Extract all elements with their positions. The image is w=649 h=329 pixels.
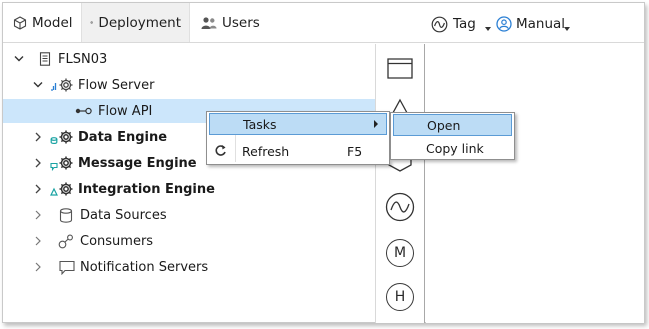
tab-users-label: Users [222,14,260,31]
chevron-down-icon[interactable] [13,53,25,65]
menu-item-refresh-label: Refresh [242,143,290,159]
tree-node-flow-server[interactable]: Flow Server [3,73,375,97]
chevron-right-icon[interactable] [32,261,44,273]
tree-node-root[interactable]: FLSN03 [3,47,375,71]
consumers-link-icon [58,234,74,249]
tag-wave-icon [431,16,448,32]
menu-item-tasks-label: Tasks [243,116,277,132]
mode-label: Manual [516,16,566,32]
mode-button[interactable]: Manual [496,14,565,34]
menu-item-refresh[interactable]: Refresh F5 [209,140,387,162]
refresh-icon [214,144,227,160]
deployment-tree: FLSN03 Flow Server Flow API Data Engine … [3,44,375,323]
wave-icon [385,192,415,222]
tree-label-flow-api: Flow API [98,103,153,119]
chevron-down-icon[interactable] [32,79,44,91]
wave-button[interactable] [385,192,415,222]
vertical-toolbar: M H [376,44,425,323]
mode-dropdown-caret-icon[interactable] [564,27,570,31]
tree-label-root: FLSN03 [58,51,108,67]
server-icon [39,52,51,66]
tag-dropdown-caret-icon[interactable] [485,27,491,31]
tree-label-data-sources: Data Sources [80,207,167,223]
tag-label: Tag [453,16,476,32]
chevron-right-icon[interactable] [32,131,44,143]
message-engine-gear-icon [50,155,74,171]
submenu-item-open[interactable]: Open [393,114,512,136]
tab-users[interactable]: Users [193,3,268,42]
speech-bubble-icon [59,260,75,275]
submenu-item-copy-link[interactable]: Copy link [393,137,512,159]
integration-engine-gear-icon [50,181,74,197]
submenu-item-open-label: Open [427,117,461,133]
tab-model[interactable]: Model [5,3,81,42]
tab-deployment[interactable]: Deployment [81,3,190,42]
submenu-arrow-icon [374,120,378,128]
tab-model-label: Model [32,14,73,31]
tree-label-integration-engine: Integration Engine [78,181,215,197]
data-engine-gear-icon [50,129,74,145]
users-icon [201,16,217,29]
tree-label-message-engine: Message Engine [78,155,197,171]
m-button[interactable]: M [385,238,415,268]
top-bar: Model Deployment Users Tag Manual [3,3,644,43]
chevron-right-icon[interactable] [32,157,44,169]
h-button[interactable]: H [385,282,415,312]
tasks-submenu: Open Copy link [390,112,515,160]
chevron-right-icon[interactable] [32,235,44,247]
chevron-right-icon[interactable] [32,183,44,195]
design-canvas[interactable] [426,44,644,323]
user-circle-icon [496,16,512,32]
tag-button[interactable]: Tag [431,14,476,34]
m-circle-icon: M [386,239,414,267]
endpoint-icon [75,106,93,116]
tab-deployment-label: Deployment [98,14,181,31]
tree-node-data-sources[interactable]: Data Sources [3,203,375,227]
tree-node-consumers[interactable]: Consumers [3,229,375,253]
chevron-right-icon[interactable] [32,209,44,221]
folder-button[interactable] [385,53,415,83]
cube-icon [13,15,27,30]
gear-icon [90,21,94,24]
flow-server-gear-icon [50,77,74,93]
menu-item-tasks[interactable]: Tasks [209,113,387,135]
tree-label-consumers: Consumers [80,233,154,249]
folder-icon [387,58,413,79]
context-menu: Tasks Refresh F5 [206,111,390,165]
h-circle-icon: H [386,283,414,311]
app-window: Model Deployment Users Tag Manual FLSN03… [2,2,645,323]
tree-node-notification-servers[interactable]: Notification Servers [3,255,375,279]
tree-node-integration-engine[interactable]: Integration Engine [3,177,375,201]
tree-label-flow-server: Flow Server [78,77,155,93]
tree-label-data-engine: Data Engine [78,129,168,145]
refresh-shortcut: F5 [347,143,363,159]
submenu-item-copy-link-label: Copy link [426,140,484,156]
tree-label-notification-servers: Notification Servers [80,259,209,275]
database-icon [59,207,73,223]
